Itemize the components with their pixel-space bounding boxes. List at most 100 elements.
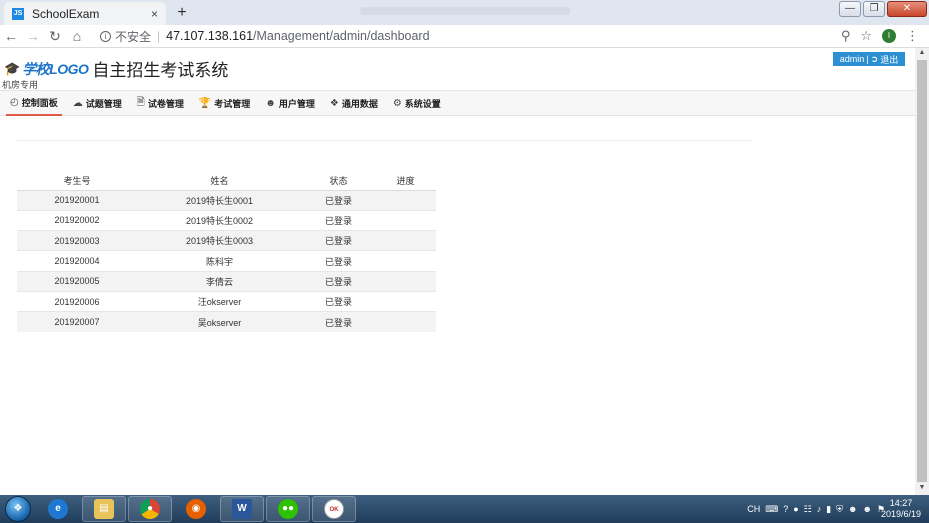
nav-item-papers[interactable]: 🗎 试卷管理 <box>133 90 188 116</box>
nav-item-questions[interactable]: ☁ 试题管理 <box>69 90 126 116</box>
cell-progress <box>375 290 436 312</box>
back-icon[interactable]: ← <box>0 28 22 44</box>
cell-name: 汪okserver <box>137 290 302 312</box>
nav-item-label: 试卷管理 <box>147 98 184 109</box>
url-separator: | <box>157 29 161 43</box>
taskbar-word[interactable]: W <box>220 496 264 522</box>
js-favicon-icon: JS <box>12 7 24 20</box>
wechat-tray-icon[interactable]: ● <box>793 504 798 514</box>
browser-titlebar: JS SchoolExam × + — ❐ ✕ <box>0 0 929 25</box>
nav-item-label: 系统设置 <box>404 98 441 109</box>
windows-taskbar: ❖ e ▤ ● ◉ W ●● OK CH ⌨ ? ● ☷ ♪ ▮ ⛨ ☻ ☻ ⚑… <box>0 495 929 523</box>
system-tray: CH ⌨ ? ● ☷ ♪ ▮ ⛨ ☻ ☻ ⚑ <box>747 495 885 523</box>
network-icon[interactable]: ☷ <box>804 504 812 515</box>
reload-icon[interactable]: ↻ <box>44 28 66 45</box>
taskbar-wechat[interactable]: ●● <box>266 496 310 522</box>
scroll-down-icon[interactable]: ▼ <box>915 484 929 494</box>
keyboard-icon[interactable]: ⌨ <box>765 504 778 515</box>
table-header-row: 考生号 姓名 状态 进度 <box>17 172 436 191</box>
table-row: 201920003 2019特长生0003 已登录 <box>17 230 436 251</box>
bookmark-star-icon[interactable]: ☆ <box>860 28 872 44</box>
ime-indicator[interactable]: CH <box>747 504 760 514</box>
insecure-label: 不安全 <box>115 29 152 44</box>
close-window-icon[interactable]: ✕ <box>887 1 927 17</box>
cell-name: 2019特长生0002 <box>137 209 302 231</box>
gear-icon: ⚙ <box>392 97 402 109</box>
volume-icon[interactable]: ♪ <box>817 504 822 514</box>
username-link[interactable]: admin <box>840 54 865 64</box>
logout-link[interactable]: 退出 <box>880 53 898 66</box>
firefox-icon: ◉ <box>186 499 206 519</box>
home-icon[interactable]: ⌂ <box>66 28 88 44</box>
nav-item-common-data[interactable]: ❖ 通用数据 <box>326 90 382 116</box>
new-tab-button[interactable]: + <box>172 4 192 22</box>
student-status-table: 考生号 姓名 状态 进度 201920001 2019特长生0001 已登录 2… <box>17 172 436 333</box>
address-bar-actions: ⚲ ☆ I ⋮ <box>841 28 919 44</box>
menu-icon[interactable]: ⋮ <box>906 28 919 44</box>
cell-student-id: 201920006 <box>17 290 137 312</box>
taskbar-firefox[interactable]: ◉ <box>174 496 218 522</box>
wechat-icon: ●● <box>278 499 298 519</box>
cell-student-id: 201920004 <box>17 250 137 272</box>
window-controls: — ❐ ✕ <box>839 1 927 17</box>
tab-title: SchoolExam <box>32 6 100 21</box>
table-row: 201920005 李倩云 已登录 <box>17 270 436 292</box>
trophy-icon: 🏆 <box>198 97 212 109</box>
shield-icon[interactable]: ⛨ <box>836 504 843 515</box>
header-progress: 进度 <box>375 172 436 191</box>
url-path: /Management/admin/dashboard <box>253 29 430 43</box>
table-row: 201920006 汪okserver 已登录 <box>17 290 436 312</box>
scroll-up-icon[interactable]: ▲ <box>915 49 929 59</box>
scroll-thumb[interactable] <box>917 60 927 482</box>
taskbar-chrome[interactable]: ● <box>128 496 172 522</box>
nav-item-settings[interactable]: ⚙ 系统设置 <box>389 90 445 116</box>
user-icon: ☻ <box>265 97 276 109</box>
cell-progress <box>375 209 436 231</box>
forward-icon[interactable]: → <box>22 28 44 44</box>
cell-progress <box>375 189 436 211</box>
taskbar-explorer[interactable]: ▤ <box>82 496 126 522</box>
minimize-icon[interactable]: — <box>839 1 861 17</box>
taskbar-clock[interactable]: 14:27 2019/6/19 <box>881 498 921 520</box>
url-field[interactable]: i 不安全 | 47.107.138.161 /Management/admin… <box>100 28 841 45</box>
url-host: 47.107.138.161 <box>166 29 254 43</box>
qq-icon-2[interactable]: ☻ <box>862 504 871 514</box>
taskbar-okserver[interactable]: OK <box>312 496 356 522</box>
cloud-icon: ☁ <box>72 97 83 109</box>
cell-status: 已登录 <box>302 270 375 292</box>
user-box: admin | ➲ 退出 <box>833 52 905 66</box>
cell-status: 已登录 <box>302 189 375 211</box>
cell-status: 已登录 <box>302 311 375 333</box>
cubes-icon: ❖ <box>329 97 339 109</box>
start-button[interactable]: ❖ <box>0 495 36 523</box>
signal-icon[interactable]: ▮ <box>826 504 831 515</box>
zoom-icon[interactable]: ⚲ <box>841 28 851 44</box>
vertical-scrollbar[interactable]: ▲ ▼ <box>915 48 929 495</box>
chrome-icon: ● <box>140 499 160 519</box>
nav-item-label: 控制面板 <box>21 97 58 108</box>
nav-item-users[interactable]: ☻ 用户管理 <box>261 90 319 116</box>
table-row: 201920002 2019特长生0002 已登录 <box>17 209 436 231</box>
restore-icon[interactable]: ❐ <box>863 1 885 17</box>
graduation-cap-icon: 🎓 <box>4 60 21 76</box>
cell-name: 陈科宇 <box>137 250 302 272</box>
header-name: 姓名 <box>137 172 302 191</box>
word-icon: W <box>232 499 252 519</box>
header-student-id: 考生号 <box>17 172 137 191</box>
school-logo: 学校LOGO <box>22 60 89 77</box>
browser-tab[interactable]: JS SchoolExam × <box>4 2 166 25</box>
cell-student-id: 201920007 <box>17 311 137 333</box>
divider <box>17 140 752 141</box>
qq-icon[interactable]: ☻ <box>848 504 857 514</box>
close-tab-icon[interactable]: × <box>151 7 158 21</box>
info-icon[interactable]: i <box>100 30 111 42</box>
cell-student-id: 201920001 <box>17 189 137 211</box>
header-status: 状态 <box>302 172 375 191</box>
nav-item-exams[interactable]: 🏆 考试管理 <box>195 90 254 116</box>
extension-icon[interactable]: I <box>882 29 896 43</box>
file-icon: 🗎 <box>136 96 145 108</box>
taskbar-ie[interactable]: e <box>36 496 80 522</box>
help-icon[interactable]: ? <box>783 504 788 514</box>
nav-item-dashboard[interactable]: ◴ 控制面板 <box>6 90 62 116</box>
clock-date: 2019/6/19 <box>880 509 921 519</box>
